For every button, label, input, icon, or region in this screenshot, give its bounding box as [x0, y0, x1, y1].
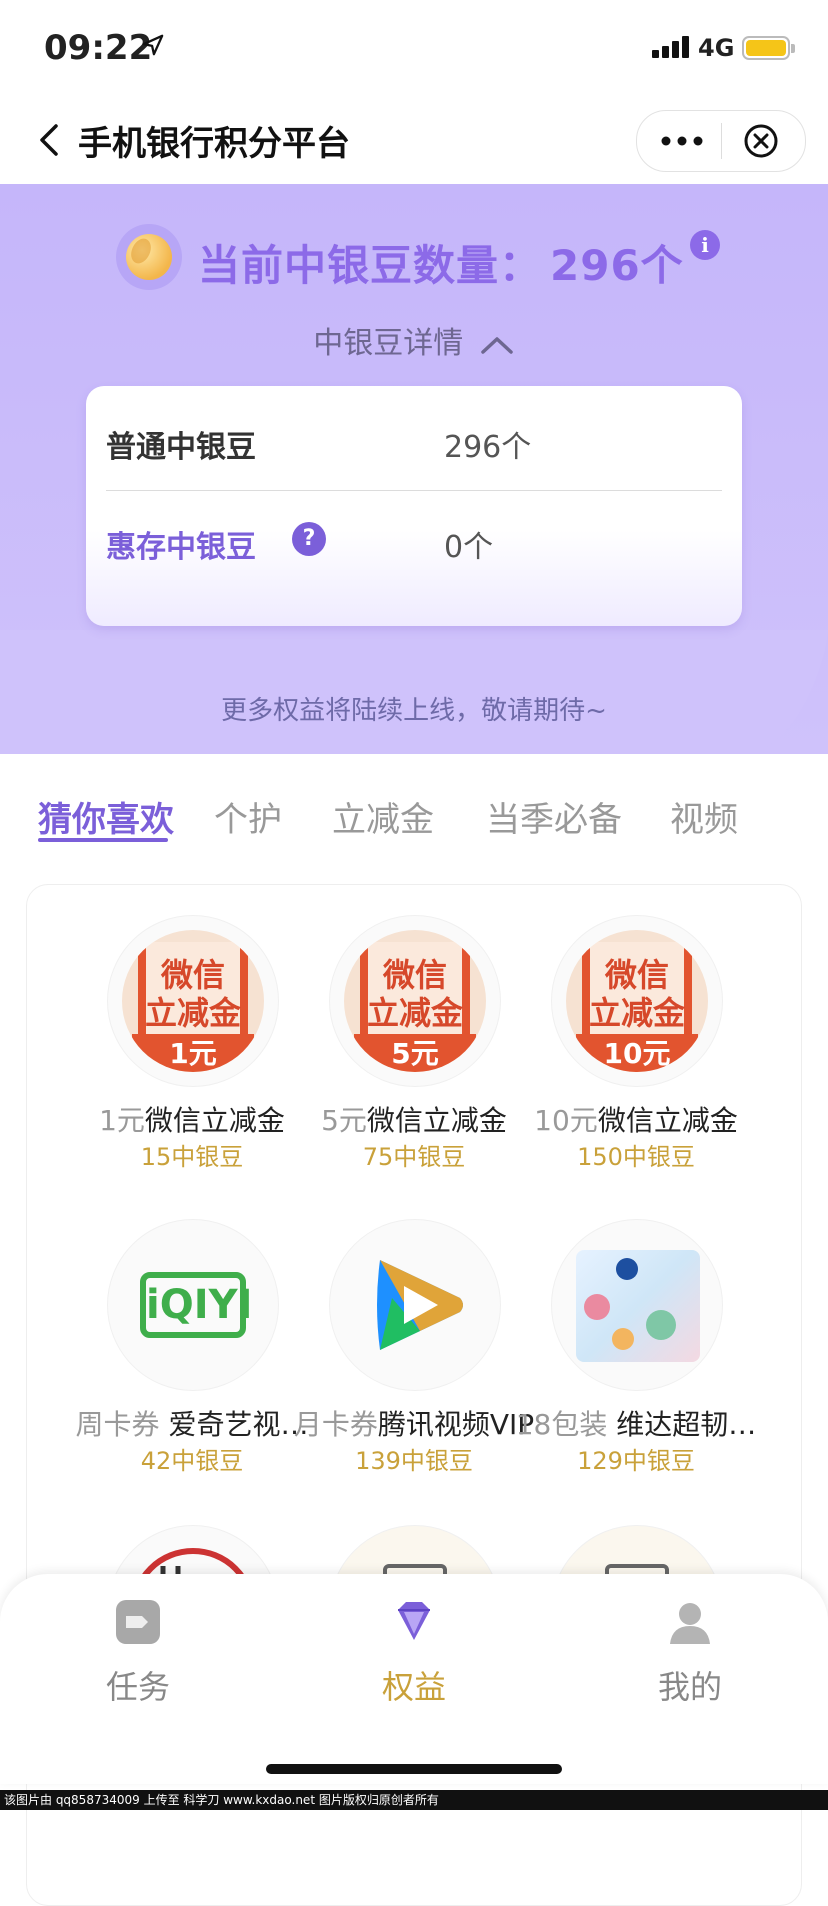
capsule-divider	[721, 123, 722, 159]
tabbar-item-benefits[interactable]: 权益	[334, 1596, 494, 1708]
wechat-coupon-image: 微信 立减金 5元	[344, 930, 486, 1072]
tabbar-item-tasks[interactable]: 任务	[58, 1596, 218, 1708]
product-name: 10元微信立减金	[501, 1099, 771, 1139]
wechat-coupon-image: 微信 立减金 10元	[566, 930, 708, 1072]
iqiyi-logo: iQIYI	[140, 1272, 252, 1338]
status-time: 09:22	[44, 28, 153, 68]
nav-bar: 手机银行积分平台	[0, 96, 828, 185]
product-prefix: 10元	[534, 1104, 598, 1137]
page-title: 手机银行积分平台	[78, 124, 350, 164]
product-prefix: 月卡券	[293, 1408, 378, 1441]
bean-icon	[116, 224, 182, 290]
product-prefix: 5元	[321, 1104, 367, 1137]
product-thumbnail: 微信 立减金 1元	[107, 915, 279, 1087]
product-price: 129中银豆	[577, 1447, 695, 1475]
coupon-amount-badge: 10元	[576, 1034, 698, 1072]
product-card[interactable]: 微信 立减金 1元 1元微信立减金 15中银豆	[67, 915, 317, 1215]
tab-guess-you-like[interactable]: 猜你喜欢	[38, 792, 174, 841]
bean-type-value: 296个	[444, 430, 532, 465]
bean-count: 当前中银豆数量： 296个	[198, 232, 684, 293]
bean-detail-row: 惠存中银豆 ? 0个	[106, 490, 722, 590]
bean-detail-row: 普通中银豆 296个	[106, 390, 722, 491]
bean-detail-label: 中银豆详情	[313, 326, 464, 361]
watermark-text: 该图片由 qq858734009 上传至 科学刀 www.kxdao.net 图…	[0, 1790, 828, 1810]
product-title: 微信立减金	[597, 1104, 738, 1137]
tab-personal-care[interactable]: 个护	[214, 792, 282, 841]
product-thumbnail	[329, 1219, 501, 1391]
info-icon[interactable]: i	[690, 230, 720, 260]
task-icon	[112, 1596, 164, 1648]
diamond-icon	[388, 1596, 440, 1648]
bean-type-label: 普通中银豆	[106, 430, 256, 465]
bean-count-label: 当前中银豆数量：	[198, 241, 543, 290]
coupon-amount-badge: 1元	[132, 1034, 254, 1072]
wechat-coupon-image: 微信 立减金 1元	[122, 930, 264, 1072]
product-prefix: 1元	[99, 1104, 145, 1137]
product-card[interactable]: 微信 立减金 5元 5元微信立减金 75中银豆	[289, 915, 539, 1215]
product-thumbnail	[551, 1219, 723, 1391]
bean-detail-toggle[interactable]: 中银豆详情	[0, 318, 828, 362]
tab-instant-discount[interactable]: 立减金	[332, 792, 434, 841]
product-card[interactable]: 月卡券腾讯视频VIP 139中银豆	[289, 1219, 539, 1519]
coming-soon-notice: 更多权益将陆续上线，敬请期待~	[221, 696, 607, 726]
tencent-video-logo	[377, 1260, 463, 1350]
back-chevron-icon[interactable]	[32, 118, 68, 162]
tabbar-label: 任务	[105, 1668, 170, 1706]
product-price: 75中银豆	[362, 1143, 466, 1171]
coupon-amount-badge: 5元	[354, 1034, 476, 1072]
more-icon[interactable]	[659, 127, 705, 155]
tabbar-label: 我的	[657, 1668, 722, 1706]
user-icon	[664, 1596, 716, 1648]
bean-type-value: 0个	[444, 530, 494, 565]
bean-type-label: 惠存中银豆	[106, 530, 256, 565]
product-prefix: 周卡券	[75, 1408, 160, 1441]
coupon-title: 立减金	[144, 994, 241, 1032]
product-name: 18包装 维达超韧…	[501, 1403, 771, 1443]
question-icon[interactable]: ?	[292, 522, 326, 556]
product-title: 微信立减金	[144, 1104, 285, 1137]
bean-detail-card: 普通中银豆 296个 惠存中银豆 ? 0个	[86, 386, 742, 626]
tabbar-item-mine[interactable]: 我的	[610, 1596, 770, 1708]
product-card[interactable]: 微信 立减金 10元 10元微信立减金 150中银豆	[511, 915, 761, 1215]
product-card[interactable]: iQIYI 周卡券 爱奇艺视… 42中银豆	[67, 1219, 317, 1519]
product-thumbnail: 微信 立减金 5元	[329, 915, 501, 1087]
product-card[interactable]: 18包装 维达超韧… 129中银豆	[511, 1219, 761, 1519]
home-indicator[interactable]	[266, 1764, 562, 1774]
bean-count-value: 296个	[550, 241, 684, 290]
coupon-title: 立减金	[588, 994, 685, 1032]
battery-icon	[742, 36, 795, 60]
category-tabs: 猜你喜欢 个护 立减金 当季必备 视频	[0, 760, 828, 860]
product-title: 维达超韧…	[607, 1408, 757, 1441]
product-price: 42中银豆	[140, 1447, 244, 1475]
mini-program-capsule	[636, 110, 806, 172]
product-prefix: 18包装	[515, 1408, 608, 1441]
tissue-pack-image	[576, 1250, 700, 1362]
bottom-tab-bar: 任务 权益 我的	[0, 1574, 828, 1784]
product-thumbnail: iQIYI	[107, 1219, 279, 1391]
network-type: 4G	[698, 34, 735, 62]
product-thumbnail: 微信 立减金 10元	[551, 915, 723, 1087]
product-price: 139中银豆	[355, 1447, 473, 1475]
product-title: 微信立减金	[366, 1104, 507, 1137]
coupon-title: 立减金	[366, 994, 463, 1032]
location-arrow-icon	[142, 34, 164, 56]
close-icon[interactable]	[743, 123, 779, 159]
product-price: 15中银豆	[140, 1143, 244, 1171]
product-price: 150中银豆	[577, 1143, 695, 1171]
status-bar: 09:22 4G	[0, 0, 828, 96]
tab-seasonal[interactable]: 当季必备	[486, 792, 622, 841]
chevron-up-icon	[481, 336, 513, 354]
tabbar-label: 权益	[381, 1668, 446, 1706]
active-tab-indicator	[38, 838, 168, 842]
tab-video[interactable]: 视频	[670, 792, 738, 841]
